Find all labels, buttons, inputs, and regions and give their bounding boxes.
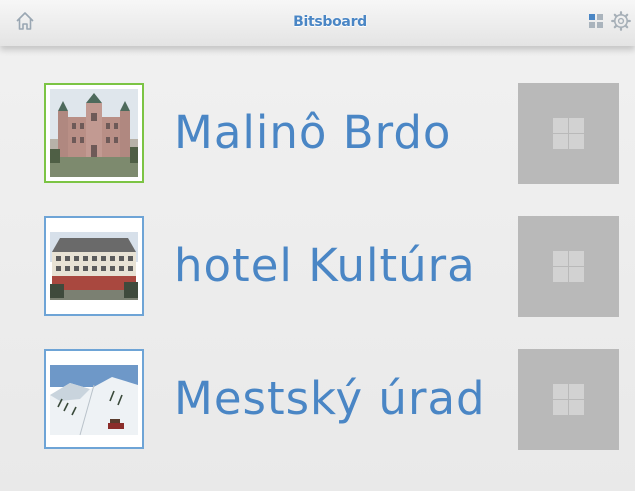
tile-square	[553, 267, 568, 282]
word-label: Malinô Brdo	[174, 106, 452, 159]
top-bar: Bitsboard	[0, 0, 635, 46]
board-tile-button[interactable]	[518, 216, 619, 317]
word-row[interactable]: Malinô Brdo	[0, 83, 635, 187]
ski-slope-photo	[50, 355, 138, 443]
hotel-photo	[50, 222, 138, 310]
tile-square	[553, 118, 568, 133]
tile-square	[553, 134, 568, 149]
tile-square	[569, 267, 584, 282]
tile-square	[553, 251, 568, 266]
word-label: hotel Kultúra	[174, 239, 476, 292]
board-tile-button[interactable]	[518, 83, 619, 184]
gear-icon[interactable]	[611, 11, 631, 31]
tile-square	[569, 400, 584, 415]
castle-photo	[50, 89, 138, 177]
thumbnail[interactable]	[44, 349, 144, 449]
tile-square	[569, 118, 584, 133]
tile-square	[569, 134, 584, 149]
tile-square	[553, 384, 568, 399]
board-tile-button[interactable]	[518, 349, 619, 450]
thumbnail[interactable]	[44, 83, 144, 183]
word-row[interactable]: Mestský úrad	[0, 349, 635, 453]
tile-square	[569, 384, 584, 399]
grid-icon[interactable]	[588, 13, 604, 29]
tile-square	[553, 400, 568, 415]
home-icon[interactable]	[14, 10, 36, 32]
word-row[interactable]: hotel Kultúra	[0, 216, 635, 320]
app-title: Bitsboard	[293, 14, 367, 30]
tile-square	[569, 251, 584, 266]
thumbnail[interactable]	[44, 216, 144, 316]
word-label: Mestský úrad	[174, 372, 486, 425]
